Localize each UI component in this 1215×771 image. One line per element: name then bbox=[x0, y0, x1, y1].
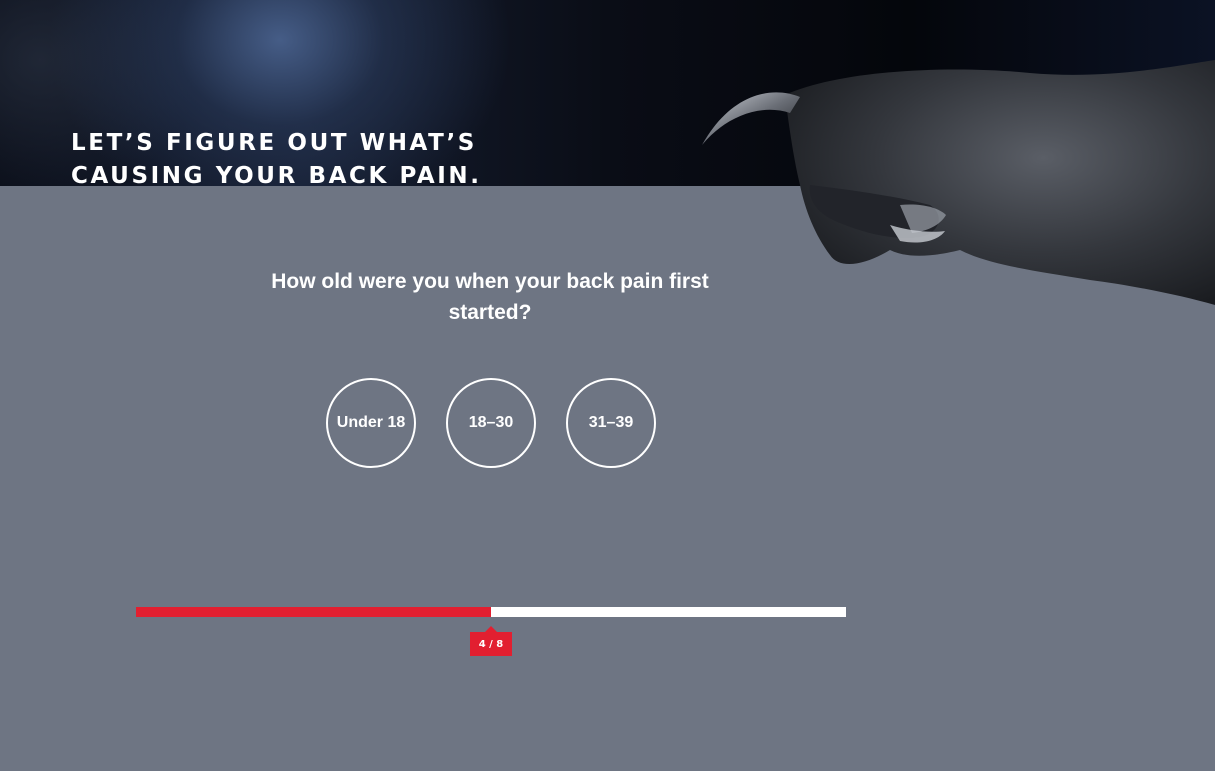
option-18-30[interactable]: 18–30 bbox=[446, 378, 536, 468]
option-31-39[interactable]: 31–39 bbox=[566, 378, 656, 468]
quiz-question: How old were you when your back pain fir… bbox=[271, 270, 709, 324]
progress-fill bbox=[136, 607, 491, 617]
progress-step-badge: 4 / 8 bbox=[470, 626, 512, 656]
monster-claw-icon bbox=[702, 60, 1215, 305]
option-under-18[interactable]: Under 18 bbox=[326, 378, 416, 468]
answer-options: Under 18 18–30 31–39 bbox=[326, 378, 656, 468]
progress-bar bbox=[136, 607, 846, 617]
quiz-page: LET’S FIGURE OUT WHAT’S CAUSING YOUR BAC… bbox=[0, 0, 1215, 771]
hero-title: LET’S FIGURE OUT WHAT’S CAUSING YOUR BAC… bbox=[71, 130, 482, 189]
